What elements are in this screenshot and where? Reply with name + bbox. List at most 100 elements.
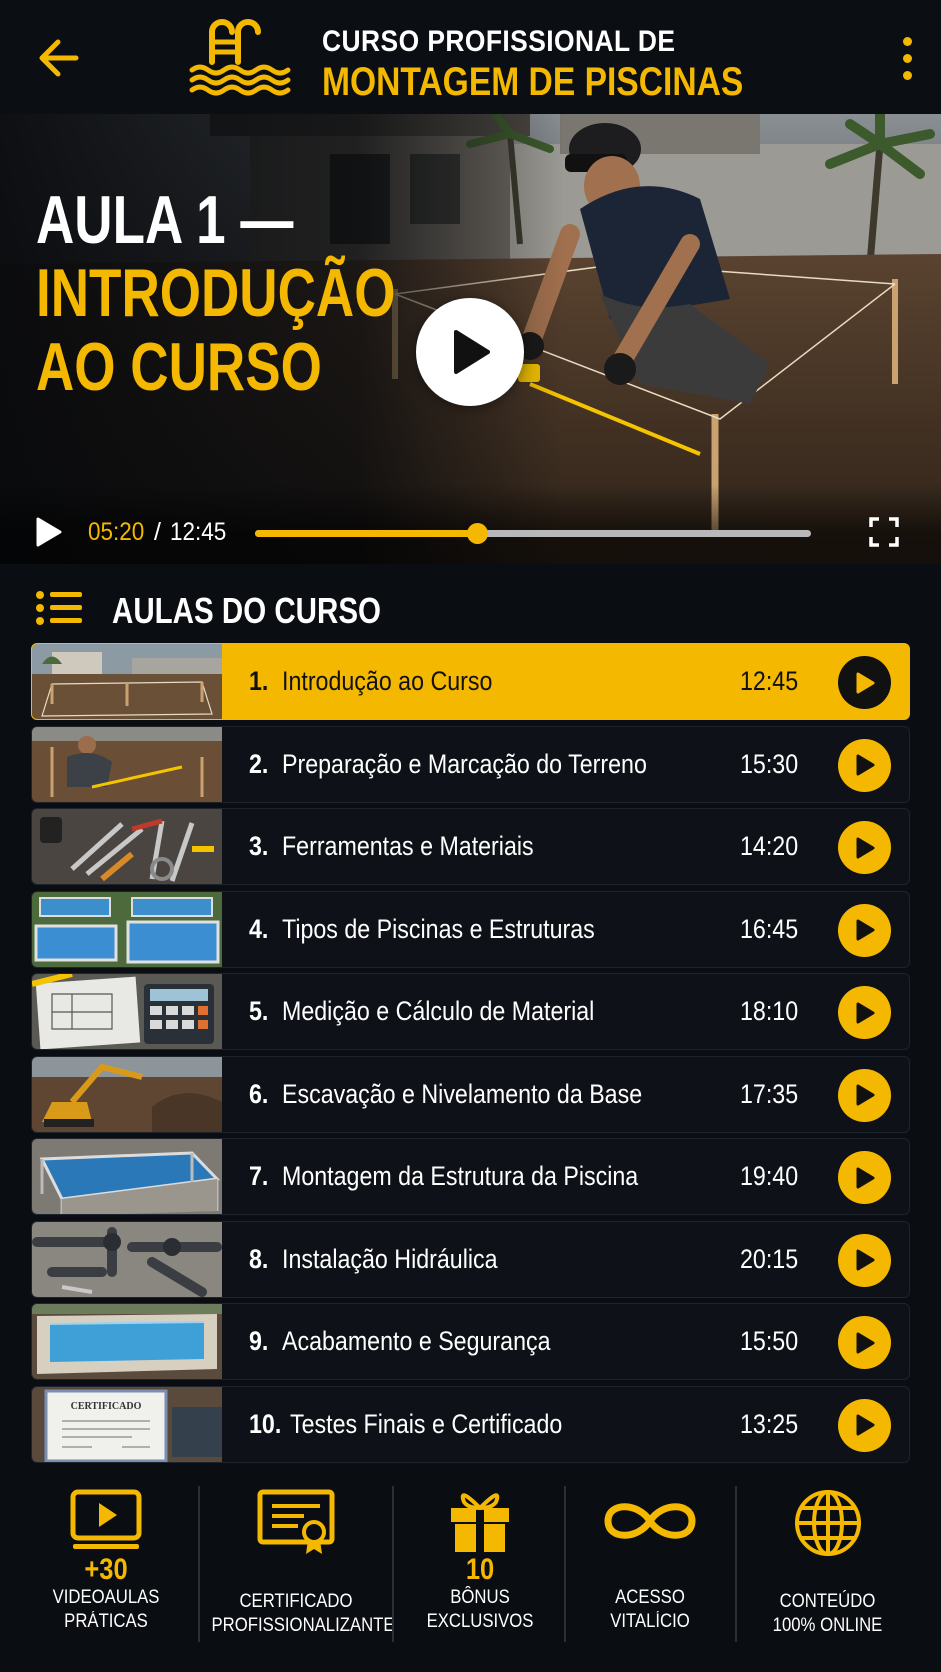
feature-number [214, 1558, 377, 1590]
list-icon [36, 591, 82, 625]
play-icon [856, 672, 874, 693]
lesson-duration: 19:40 [740, 1161, 799, 1191]
feature-acesso: ACESSO VITALÍCIO [570, 1488, 730, 1668]
lesson-item-5[interactable]: 5. Medição e Cálculo de Material 18:10 [31, 973, 910, 1050]
lesson-title: Acabamento e Segurança [282, 1326, 551, 1356]
fullscreen-icon[interactable] [868, 516, 900, 548]
feature-caption: 100% ONLINE [772, 1615, 883, 1636]
feature-caption: EXCLUSIVOS [426, 1611, 534, 1632]
lesson-title: Ferramentas e Materiais [282, 831, 534, 861]
progress-fill [255, 530, 478, 537]
lesson-play-button[interactable] [838, 1398, 891, 1452]
course-title-line2: MONTAGEM DE PISCINAS [322, 60, 744, 104]
lesson-thumbnail [32, 1304, 222, 1379]
lesson-item-1[interactable]: 1. Introdução ao Curso 12:45 [31, 643, 910, 720]
lesson-item-7[interactable]: 7. Montagem da Estrutura da Piscina 19:4… [31, 1138, 910, 1215]
feature-online: CONTEÚDO 100% ONLINE [745, 1488, 910, 1668]
lesson-item-8[interactable]: 8. Instalação Hidráulica 20:15 [31, 1220, 910, 1298]
progress-bar[interactable] [255, 523, 811, 544]
lesson-duration: 14:20 [740, 831, 799, 861]
lesson-item-4[interactable]: 4. Tipos de Piscinas e Estruturas 16:45 [31, 890, 910, 968]
divider [198, 1486, 200, 1642]
lesson-duration: 12:45 [740, 666, 799, 696]
lesson-play-button[interactable] [838, 821, 891, 874]
lesson-item-9[interactable]: 9. Acabamento e Segurança 15:50 [31, 1303, 910, 1380]
divider [564, 1486, 566, 1642]
lesson-number: 1. [249, 666, 269, 696]
divider [735, 1486, 737, 1642]
lesson-duration: 17:35 [740, 1078, 799, 1109]
lesson-title-line2: INTRODUÇÃO [36, 255, 396, 331]
lesson-item-2[interactable]: 2. Preparação e Marcação do Terreno 15:3… [31, 725, 910, 803]
play-icon [856, 1167, 874, 1188]
lesson-duration: 16:45 [740, 913, 799, 944]
time-separator: / [154, 518, 161, 546]
video-controls-bar: 05:20 / 12:45 [0, 484, 941, 564]
play-icon [856, 1002, 874, 1023]
feature-caption: CERTIFICADO [239, 1591, 353, 1612]
center-play-button[interactable] [416, 298, 524, 406]
play-icon [454, 330, 490, 374]
lesson-item-6[interactable]: 6. Escavação e Nivelamento da Base 17:35 [31, 1055, 910, 1133]
feature-caption: ACESSO [615, 1587, 685, 1608]
lesson-play-button[interactable] [838, 656, 891, 709]
lesson-title: Preparação e Marcação do Terreno [282, 748, 647, 779]
lesson-title-line3: AO CURSO [36, 329, 322, 405]
globe-icon [794, 1490, 861, 1556]
feature-caption: CONTEÚDO [779, 1591, 876, 1612]
play-icon [856, 837, 874, 858]
feature-caption: VITALÍCIO [610, 1611, 690, 1632]
lesson-item-3[interactable]: 3. Ferramentas e Materiais 14:20 [31, 808, 910, 885]
more-menu-button[interactable] [891, 30, 923, 86]
lesson-duration: 15:50 [740, 1326, 799, 1356]
lesson-play-button[interactable] [838, 1068, 891, 1122]
lesson-title-overlay: AULA 1 — INTRODUÇÃO AO CURSO [36, 184, 416, 404]
lesson-title: Instalação Hidráulica [282, 1243, 498, 1274]
feature-caption: BÔNUS [450, 1587, 510, 1608]
course-title-line1: CURSO PROFISSIONAL DE [322, 25, 676, 58]
lesson-title: Medição e Cálculo de Material [282, 996, 595, 1026]
feature-caption: PROFISSIONALIZANTE [211, 1615, 395, 1636]
back-button[interactable] [30, 30, 86, 86]
play-icon[interactable] [34, 516, 64, 548]
menu-dot [902, 53, 912, 63]
lesson-number: 6. [249, 1078, 269, 1109]
pool-ladder-icon [189, 19, 291, 96]
divider [392, 1486, 394, 1642]
lesson-play-button[interactable] [838, 738, 891, 792]
lesson-thumbnail [32, 644, 222, 719]
lesson-thumbnail: CERTIFICADO [32, 1386, 222, 1462]
lesson-item-10[interactable]: CERTIFICADO 10. Testes Finais e Certific… [31, 1385, 910, 1463]
lesson-title: Montagem da Estrutura da Piscina [282, 1161, 639, 1191]
lesson-thumbnail [32, 891, 222, 967]
lesson-number: 8. [249, 1243, 269, 1274]
certificate-icon [257, 1489, 335, 1554]
lesson-play-button[interactable] [838, 986, 891, 1039]
certificate-thumb-text: CERTIFICADO [71, 1401, 142, 1412]
lesson-title: Escavação e Nivelamento da Base [282, 1078, 643, 1109]
lesson-duration: 13:25 [740, 1408, 799, 1439]
lesson-duration: 15:30 [740, 748, 799, 779]
lesson-number: 9. [249, 1326, 269, 1356]
infinity-icon [604, 1503, 696, 1539]
feature-number [757, 1558, 897, 1590]
lesson-play-button[interactable] [838, 903, 891, 957]
feature-videoaulas: +30 VIDEOAULAS PRÁTICAS [20, 1488, 192, 1668]
feature-number: 10 [465, 1553, 495, 1586]
lesson-title-line1: AULA 1 — [36, 182, 294, 258]
lesson-play-button[interactable] [838, 1316, 891, 1369]
video-player[interactable]: AULA 1 — INTRODUÇÃO AO CURSO 05:20 / 12:… [0, 114, 941, 564]
feature-number: +30 [84, 1553, 128, 1586]
arrow-left-icon [39, 39, 79, 77]
play-icon [856, 754, 874, 776]
play-icon [856, 1084, 874, 1106]
app-header: CURSO PROFISSIONAL DE MONTAGEM DE PISCIN… [0, 0, 941, 114]
progress-handle[interactable] [467, 523, 489, 544]
lesson-thumbnail [32, 1139, 222, 1214]
feature-caption: VIDEOAULAS [52, 1587, 160, 1608]
lesson-number: 7. [249, 1161, 269, 1191]
lesson-duration: 18:10 [740, 996, 799, 1026]
lesson-play-button[interactable] [838, 1151, 891, 1204]
lesson-play-button[interactable] [838, 1233, 891, 1287]
feature-bonus: 10 BÔNUS EXCLUSIVOS [400, 1488, 560, 1668]
